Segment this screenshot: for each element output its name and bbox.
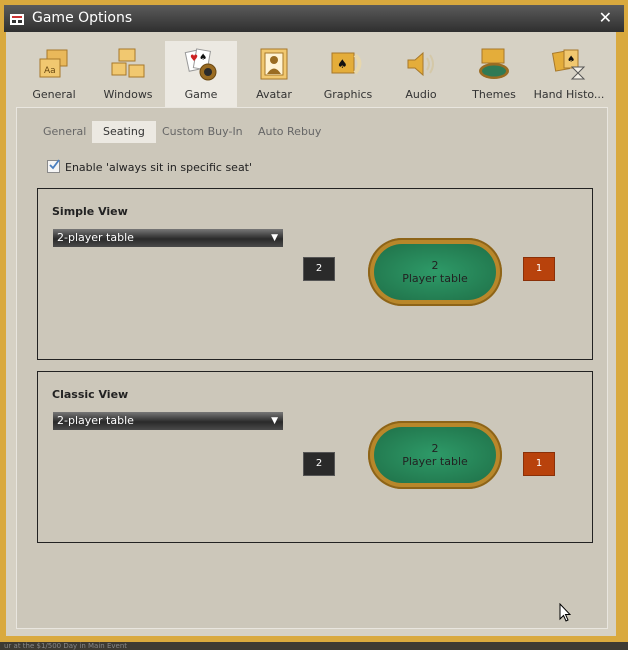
simple-table-label: Player table [402, 272, 468, 285]
hand-history-icon: ♠ [552, 49, 586, 80]
tab-label: Windows [103, 88, 153, 101]
game-icon: ♥ ♠ [184, 48, 217, 81]
subtab-general[interactable]: General [32, 121, 97, 143]
avatar-icon [260, 48, 288, 80]
category-toolbar: Aa General Windows ♥ ♠ Game Avatar ♠ Gra… [6, 32, 616, 107]
chevron-down-icon: ▼ [271, 233, 278, 243]
classic-view-group: Classic View 2-player table ▼ 2 2 Player… [37, 371, 593, 543]
app-logo-icon [10, 14, 24, 25]
svg-text:Aa: Aa [44, 66, 56, 76]
graphics-icon: ♠ [331, 52, 362, 75]
dialog-client: Aa General Windows ♥ ♠ Game Avatar ♠ Gra… [6, 32, 616, 636]
chevron-down-icon: ▼ [271, 416, 278, 426]
svg-text:♠: ♠ [337, 57, 348, 71]
classic-poker-table: 2 Player table [368, 421, 502, 489]
classic-view-title: Classic View [52, 388, 129, 401]
simple-view-table-select[interactable]: 2-player table ▼ [53, 229, 283, 247]
svg-text:♠: ♠ [567, 55, 575, 65]
tab-label: Graphics [323, 88, 373, 101]
simple-table-count: 2 [431, 259, 439, 272]
classic-view-table-select[interactable]: 2-player table ▼ [53, 412, 283, 430]
simple-view-title: Simple View [52, 205, 128, 218]
tab-label: Game [184, 88, 218, 101]
tab-themes[interactable]: Themes [458, 41, 530, 107]
sit-specific-seat-label: Enable 'always sit in specific seat' [65, 161, 253, 174]
classic-view-selected-value: 2-player table [57, 414, 134, 427]
tab-label: Audio [405, 88, 437, 101]
title-bar[interactable]: Game Options ✕ [4, 5, 624, 32]
simple-table-felt: 2 Player table [374, 244, 496, 300]
general-icon: Aa [39, 49, 68, 78]
tab-label: Avatar [256, 88, 292, 101]
tab-label: Themes [472, 88, 516, 101]
tab-game[interactable]: ♥ ♠ Game [165, 41, 237, 107]
subtab-seating[interactable]: Seating [92, 121, 156, 143]
sit-specific-seat-option[interactable]: Enable 'always sit in specific seat' [47, 159, 253, 174]
tab-audio[interactable]: Audio [385, 41, 457, 107]
windows-icon [111, 48, 145, 78]
tab-graphics[interactable]: ♠ Graphics [312, 41, 384, 107]
tab-general[interactable]: Aa General [18, 41, 90, 107]
svg-text:♥: ♥ [190, 54, 198, 64]
subtab-auto-rebuy[interactable]: Auto Rebuy [247, 121, 332, 143]
subtab-custom-buy-in[interactable]: Custom Buy-In [151, 121, 254, 143]
background-ticker: ur at the $1/500 Day in Main Event [0, 642, 628, 650]
tab-hand-history[interactable]: ♠ Hand Histo... [533, 41, 605, 107]
classic-table-label: Player table [402, 455, 468, 468]
simple-view-selected-value: 2-player table [57, 231, 134, 244]
classic-seat-2[interactable]: 2 [303, 452, 335, 476]
game-options-window: Game Options ✕ Aa General Windows ♥ ♠ Ga… [0, 0, 628, 642]
audio-icon [407, 51, 434, 77]
tab-label: Hand Histo... [533, 88, 605, 101]
simple-seat-1[interactable]: 1 [523, 257, 555, 281]
checkmark-icon [49, 159, 60, 170]
classic-table-count: 2 [431, 442, 439, 455]
classic-table-felt: 2 Player table [374, 427, 496, 483]
close-button[interactable]: ✕ [599, 8, 612, 27]
tab-label: General [32, 88, 76, 101]
svg-text:♠: ♠ [199, 53, 207, 63]
simple-poker-table: 2 Player table [368, 238, 502, 306]
tab-windows[interactable]: Windows [92, 41, 164, 107]
tab-avatar[interactable]: Avatar [238, 41, 310, 107]
sit-specific-seat-checkbox[interactable] [47, 159, 60, 173]
seating-panel: General Seating Custom Buy-In Auto Rebuy… [16, 107, 608, 629]
mouse-cursor-icon [559, 603, 571, 622]
simple-view-group: Simple View 2-player table ▼ 2 2 Player … [37, 188, 593, 360]
classic-seat-1[interactable]: 1 [523, 452, 555, 476]
window-title: Game Options [32, 10, 133, 26]
simple-seat-2[interactable]: 2 [303, 257, 335, 281]
themes-icon [479, 48, 509, 79]
